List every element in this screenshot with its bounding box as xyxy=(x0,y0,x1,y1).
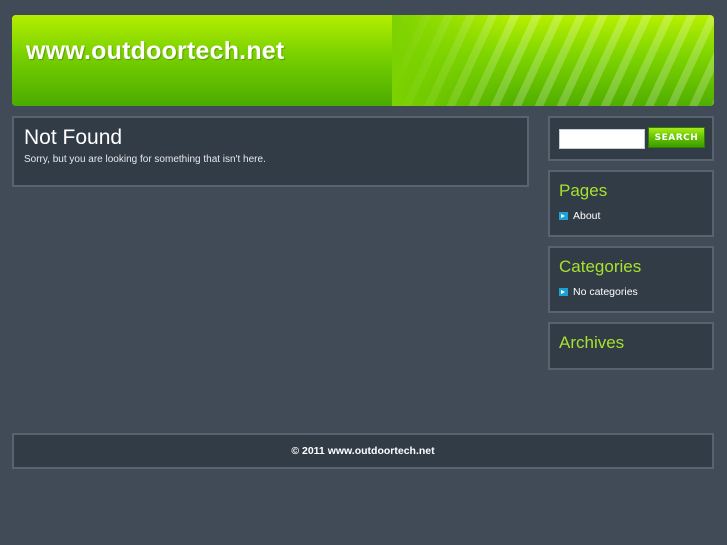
main-content: Not Found Sorry, but you are looking for… xyxy=(12,116,529,187)
archives-widget: Archives xyxy=(548,322,714,370)
sidebar-item-no-categories: No categories xyxy=(559,286,638,298)
footer-copyright: © 2011 www.outdoortech.net xyxy=(291,445,435,457)
site-footer: © 2011 www.outdoortech.net xyxy=(12,433,714,469)
categories-widget-title: Categories xyxy=(559,257,642,276)
categories-widget: Categories No categories xyxy=(548,246,714,313)
archives-widget-title: Archives xyxy=(559,333,625,352)
pages-widget: Pages About xyxy=(548,170,714,237)
not-found-message: Sorry, but you are looking for something… xyxy=(24,154,266,165)
search-input[interactable] xyxy=(559,129,645,149)
search-button[interactable]: SEARCH xyxy=(648,127,705,148)
arrow-right-icon xyxy=(559,288,568,296)
arrow-right-icon xyxy=(559,212,568,220)
sidebar-item-about[interactable]: About xyxy=(559,210,600,222)
search-widget: SEARCH xyxy=(548,116,714,161)
pages-widget-title: Pages xyxy=(559,181,608,200)
header-fade xyxy=(392,15,512,106)
sidebar-item-label[interactable]: About xyxy=(573,210,600,222)
site-header: www.outdoortech.net xyxy=(12,15,714,106)
sidebar-item-label: No categories xyxy=(573,286,638,298)
site-title-link[interactable]: www.outdoortech.net xyxy=(26,37,284,66)
page-title: Not Found xyxy=(24,126,123,149)
